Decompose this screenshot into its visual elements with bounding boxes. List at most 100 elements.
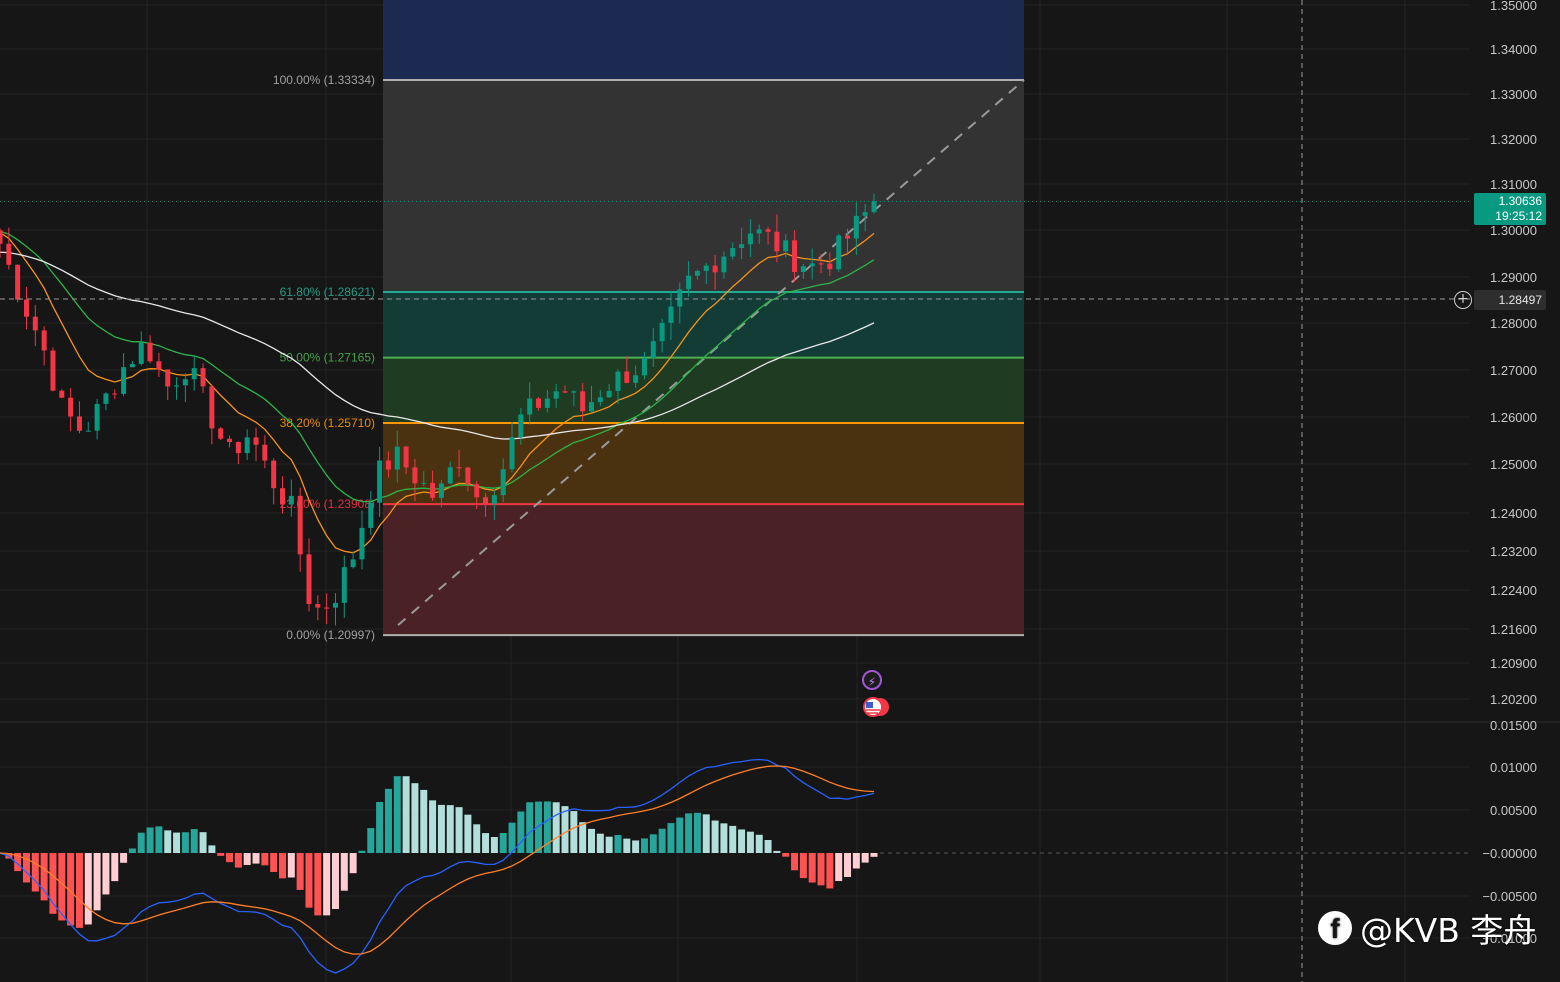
candle-body <box>438 483 444 498</box>
price-axis-label: 1.20200 <box>1490 692 1537 707</box>
macd-histogram-bar <box>746 831 754 853</box>
candle-body <box>403 446 409 468</box>
candle-body <box>800 266 806 272</box>
macd-histogram-bar <box>376 801 384 853</box>
candle-body <box>615 371 621 391</box>
candle-body <box>862 212 868 216</box>
macd-histogram-bar <box>570 811 578 853</box>
candle-body <box>341 567 347 603</box>
candle-body <box>845 235 851 239</box>
macd-histogram-bar <box>111 853 119 882</box>
fib-level-label: 61.80% (1.28621) <box>280 285 375 299</box>
macd-histogram-bar <box>587 828 595 853</box>
candle-body <box>818 263 824 265</box>
candle-body <box>156 361 162 370</box>
macd-histogram-bar <box>190 829 198 853</box>
candle-body <box>792 240 798 272</box>
fib-level-label: 50.00% (1.27165) <box>280 351 375 365</box>
candle-body <box>553 391 559 399</box>
candle-body <box>562 391 568 393</box>
candle-body <box>147 342 153 362</box>
price-axis-label: 1.35000 <box>1490 0 1537 13</box>
candle-body <box>518 414 524 438</box>
macd-histogram-bar <box>296 853 304 890</box>
candle-body <box>641 358 647 376</box>
candle-body <box>129 363 135 368</box>
macd-histogram-bar <box>164 830 172 853</box>
candle-body <box>359 527 365 560</box>
macd-histogram-bar <box>137 832 145 853</box>
macd-histogram-bar <box>490 837 498 853</box>
fib-level-label: 23.60% (1.23908) <box>280 497 375 511</box>
candle-body <box>262 444 268 461</box>
price-axis-label: 1.27000 <box>1490 363 1537 378</box>
candle-body <box>209 386 215 429</box>
macd-histogram-bar <box>464 814 472 853</box>
macd-histogram-bar <box>817 853 825 886</box>
candle-body <box>385 460 391 470</box>
macd-histogram-bar <box>49 853 57 914</box>
candle-body <box>447 467 453 484</box>
macd-histogram-bar <box>411 783 419 853</box>
macd-histogram-bar <box>755 834 763 853</box>
lightning-event-icon[interactable]: ⚡ <box>862 670 882 690</box>
macd-histogram-bar <box>499 833 507 853</box>
us-flag-event-icon[interactable] <box>862 697 890 717</box>
candle-body <box>809 263 815 267</box>
candle-body <box>41 330 47 351</box>
candle-body <box>350 559 356 568</box>
fib-level-label: 0.00% (1.20997) <box>286 628 375 642</box>
candle-body <box>332 602 338 608</box>
macd-histogram-bar <box>208 845 216 853</box>
macd-histogram-bar <box>261 853 269 866</box>
macd-histogram-bar <box>279 853 287 879</box>
macd-histogram-bar <box>649 834 657 853</box>
candle-body <box>677 289 683 307</box>
chart-stage[interactable]: 100.00% (1.33334) 61.80% (1.28621) 50.00% … <box>0 0 1560 982</box>
price-axis-label: 1.28000 <box>1490 316 1537 331</box>
candle-body <box>85 430 91 432</box>
price-axis-label: 1.20900 <box>1490 656 1537 671</box>
candle-body <box>68 397 74 417</box>
candle-body <box>509 437 515 470</box>
candle-body <box>421 482 427 484</box>
macd-histogram-bar <box>128 848 136 853</box>
macd-histogram-bar <box>217 853 225 856</box>
macd-histogram-bar <box>420 789 428 853</box>
candle-body <box>544 398 550 408</box>
candle-body <box>165 369 171 387</box>
candle-body <box>597 397 603 403</box>
candle-body <box>138 342 144 364</box>
candle-body <box>174 385 180 387</box>
candle-body <box>756 229 762 234</box>
price-axis-label: 1.25000 <box>1490 457 1537 472</box>
macd-histogram-bar <box>473 824 481 853</box>
candle-body <box>456 467 462 469</box>
fib-level-label: 100.00% (1.33334) <box>273 73 375 87</box>
watermark-text: @KVB 李舟 <box>1360 911 1537 950</box>
candle-body <box>483 497 489 504</box>
macd-histogram-bar <box>349 853 357 874</box>
candle-body <box>747 233 753 245</box>
candle-body <box>703 265 709 271</box>
fib-zone <box>383 292 1024 358</box>
candle-body <box>227 438 233 443</box>
crosshair-add-icon[interactable]: + <box>1454 291 1472 309</box>
candle-body <box>871 201 877 213</box>
macd-histogram-bar <box>517 811 525 853</box>
price-chart[interactable]: 100.00% (1.33334) 61.80% (1.28621) 50.00% … <box>0 0 1560 982</box>
macd-line <box>0 758 875 974</box>
candle-body <box>244 437 250 454</box>
macd-histogram-bar <box>93 853 101 911</box>
candle-body <box>580 391 586 412</box>
macd-histogram-bar <box>243 853 251 865</box>
candle-body <box>280 488 286 505</box>
macd-histogram-bar <box>764 840 772 853</box>
candle-body <box>730 248 736 257</box>
candle-body <box>500 469 506 496</box>
candle-body <box>368 502 374 528</box>
macd-histogram-bar <box>482 833 490 853</box>
macd-histogram-bar <box>437 804 445 853</box>
candle-body <box>491 495 497 504</box>
candle-body <box>103 393 109 404</box>
